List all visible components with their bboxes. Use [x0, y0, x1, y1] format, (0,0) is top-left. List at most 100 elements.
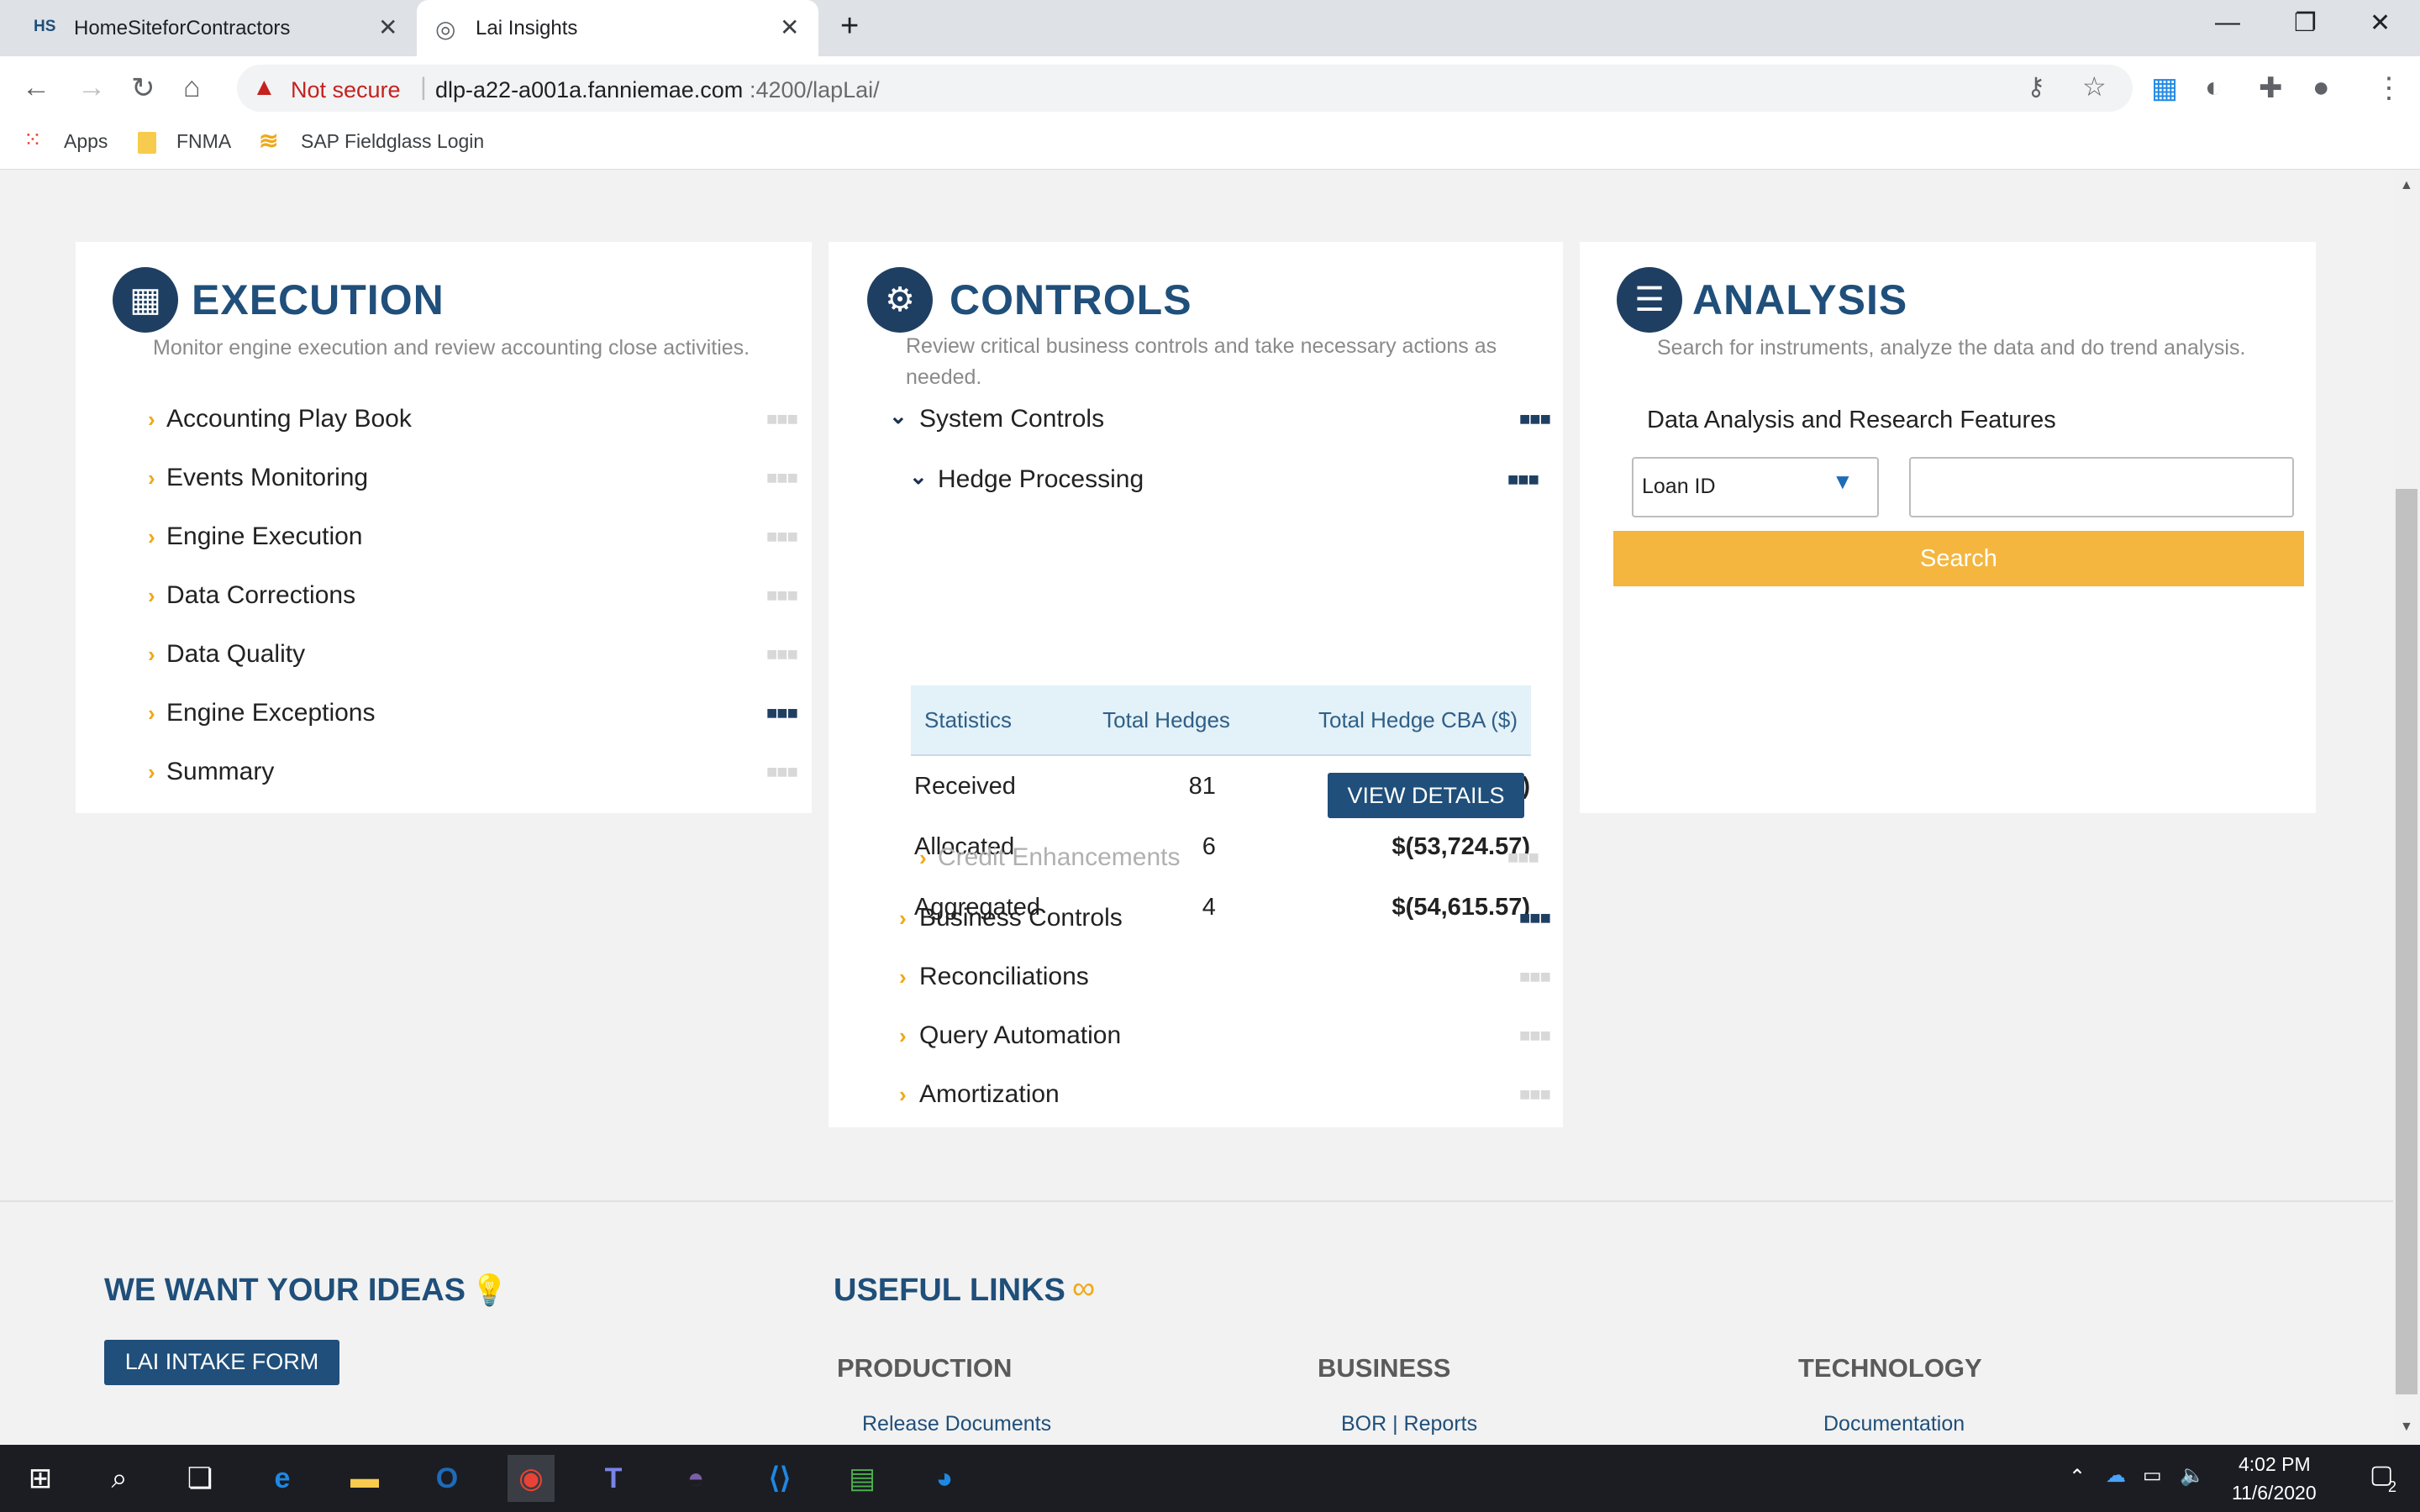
query-automation-toggle[interactable]: Query Automation: [919, 1021, 1121, 1050]
minimize-icon[interactable]: —: [2215, 8, 2240, 37]
eclipse-icon[interactable]: ◓: [672, 1455, 719, 1502]
reconciliations-toggle[interactable]: Reconciliations: [919, 963, 1089, 991]
reload-icon[interactable]: ↻: [131, 71, 155, 105]
browser-tab-strip: HS HomeSiteforContractors ✕ ◎ Lai Insigh…: [0, 0, 2420, 56]
more-dots-icon[interactable]: ■■■: [766, 643, 798, 665]
search-icon[interactable]: ⌕: [96, 1455, 143, 1502]
page-scrollbar[interactable]: ▲ ▼: [2393, 170, 2420, 1445]
network-icon[interactable]: ▭: [2143, 1463, 2162, 1488]
view-details-button[interactable]: VIEW DETAILS: [1328, 773, 1524, 818]
close-window-icon[interactable]: ✕: [2370, 8, 2391, 38]
more-dots-icon[interactable]: ■■■: [766, 467, 798, 489]
chevron-right-icon: ›: [148, 583, 155, 608]
folder-icon: [138, 132, 156, 154]
chevron-right-icon: ›: [148, 465, 155, 491]
tray-chevron-up-icon[interactable]: ⌃: [2069, 1465, 2086, 1489]
search-type-select[interactable]: Loan ID ▼: [1632, 457, 1879, 517]
more-dots-icon[interactable]: ■■■: [766, 702, 798, 724]
profile-icon[interactable]: ●: [2312, 71, 2330, 104]
volume-icon[interactable]: 🔈: [2180, 1463, 2205, 1488]
exec-item-accounting-play-book[interactable]: Accounting Play Book: [166, 405, 412, 433]
chevron-right-icon: ›: [148, 759, 155, 785]
footer-heading-technology: TECHNOLOGY: [1798, 1353, 1982, 1383]
footer-link[interactable]: Documentation: [1823, 1412, 1965, 1436]
close-tab-icon[interactable]: ✕: [780, 13, 799, 41]
close-tab-icon[interactable]: ✕: [378, 13, 397, 41]
key-icon[interactable]: ⚷: [2027, 72, 2045, 102]
bookmark-fnma[interactable]: FNMA: [176, 130, 231, 153]
exec-item-summary[interactable]: Summary: [166, 758, 274, 786]
more-dots-icon[interactable]: ■■■: [1519, 966, 1551, 988]
back-icon[interactable]: ←: [22, 71, 50, 104]
more-dots-icon[interactable]: ■■■: [766, 526, 798, 548]
remote-app-icon[interactable]: ◕: [921, 1455, 968, 1502]
home-icon[interactable]: ⌂: [183, 71, 201, 104]
notepad-icon[interactable]: ▤: [839, 1455, 886, 1502]
footer-heading-business: BUSINESS: [1318, 1353, 1451, 1383]
chevron-down-icon[interactable]: ⌄: [889, 403, 908, 429]
security-label[interactable]: Not secure: [291, 77, 401, 103]
business-controls-toggle[interactable]: Business Controls: [919, 904, 1123, 932]
outlook-icon[interactable]: O: [424, 1455, 471, 1502]
chevron-down-icon[interactable]: ⌄: [909, 464, 928, 490]
address-bar[interactable]: ▲ Not secure | dlp-a22-a001a.fanniemae.c…: [237, 65, 2133, 112]
footer-link[interactable]: Release Documents: [862, 1412, 1051, 1436]
exec-item-data-corrections[interactable]: Data Corrections: [166, 581, 355, 610]
lai-intake-form-button[interactable]: LAI INTAKE FORM: [104, 1340, 339, 1385]
extension-circle-icon[interactable]: ◐: [2205, 71, 2223, 104]
clock-date[interactable]: 11/6/2020: [2232, 1482, 2317, 1504]
divider: |: [420, 73, 427, 101]
url-host[interactable]: dlp-a22-a001a.fanniemae.com: [435, 77, 743, 103]
url-path[interactable]: :4200/lapLai/: [750, 77, 880, 103]
new-tab-button[interactable]: +: [840, 8, 859, 45]
execution-card: ▦ EXECUTION Monitor engine execution and…: [76, 242, 812, 813]
more-dots-icon[interactable]: ■■■: [1519, 408, 1551, 430]
analysis-description: Search for instruments, analyze the data…: [1657, 336, 2246, 360]
clock-time[interactable]: 4:02 PM: [2238, 1453, 2311, 1476]
search-button[interactable]: Search: [1613, 531, 2304, 586]
more-dots-icon[interactable]: ■■■: [1519, 1025, 1551, 1047]
file-explorer-icon[interactable]: ▬: [341, 1455, 388, 1502]
onedrive-icon[interactable]: ☁: [2106, 1463, 2126, 1488]
scroll-up-icon[interactable]: ▲: [2400, 178, 2413, 193]
scrollbar-thumb[interactable]: [2396, 489, 2417, 1394]
exec-item-engine-exceptions[interactable]: Engine Exceptions: [166, 699, 376, 727]
forward-icon[interactable]: →: [77, 71, 106, 104]
more-dots-icon[interactable]: ■■■: [1519, 1084, 1551, 1105]
row-count: 81: [1188, 772, 1216, 800]
teams-icon[interactable]: T: [590, 1455, 637, 1502]
more-dots-icon[interactable]: ■■■: [766, 585, 798, 606]
exec-item-engine-execution[interactable]: Engine Execution: [166, 522, 363, 551]
windows-extension-icon[interactable]: ▦: [2151, 71, 2178, 105]
puzzle-icon[interactable]: ✚: [2259, 71, 2283, 105]
edge-icon[interactable]: e: [259, 1455, 306, 1502]
bookmark-apps[interactable]: Apps: [64, 130, 108, 153]
more-dots-icon[interactable]: ■■■: [766, 761, 798, 783]
bookmark-sap-fieldglass[interactable]: SAP Fieldglass Login: [301, 130, 484, 153]
col-total-hedges: Total Hedges: [1081, 685, 1251, 756]
tab-homesite[interactable]: HS HomeSiteforContractors ✕: [18, 0, 405, 56]
search-input[interactable]: [1909, 457, 2294, 517]
exec-item-events-monitoring[interactable]: Events Monitoring: [166, 464, 368, 492]
row-amount: $(53,724.57): [1392, 832, 1530, 860]
amortization-toggle[interactable]: Amortization: [919, 1080, 1060, 1109]
chrome-icon[interactable]: ◉: [508, 1455, 555, 1502]
chevron-right-icon: ›: [148, 701, 155, 726]
credit-enhancements-toggle[interactable]: Credit Enhancements: [938, 843, 1181, 872]
tab-lai-insights[interactable]: ◎ Lai Insights ✕: [417, 0, 818, 56]
more-dots-icon[interactable]: ■■■: [1507, 847, 1539, 869]
hedge-processing-toggle[interactable]: Hedge Processing: [938, 465, 1144, 494]
more-dots-icon[interactable]: ■■■: [1507, 469, 1539, 491]
start-icon[interactable]: ⊞: [17, 1455, 64, 1502]
more-dots-icon[interactable]: ■■■: [1519, 907, 1551, 929]
system-controls-toggle[interactable]: System Controls: [919, 405, 1104, 433]
exec-item-data-quality[interactable]: Data Quality: [166, 640, 305, 669]
vscode-icon[interactable]: ⟨⟩: [756, 1455, 803, 1502]
menu-icon[interactable]: ⋮: [2375, 71, 2403, 105]
restore-icon[interactable]: ❐: [2294, 8, 2317, 38]
footer-link[interactable]: BOR | Reports: [1341, 1412, 1477, 1436]
more-dots-icon[interactable]: ■■■: [766, 408, 798, 430]
scroll-down-icon[interactable]: ▼: [2400, 1420, 2413, 1435]
task-view-icon[interactable]: ❏: [176, 1455, 224, 1502]
star-icon[interactable]: ☆: [2082, 71, 2107, 102]
